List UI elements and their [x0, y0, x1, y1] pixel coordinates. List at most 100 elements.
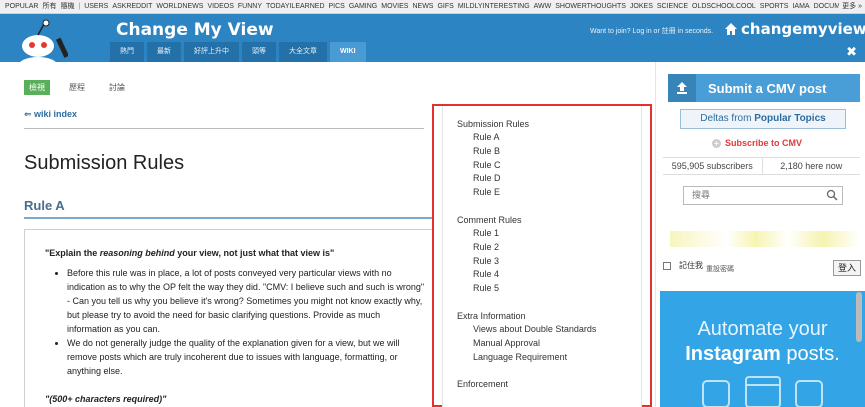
subreddit-link[interactable]: 隨機 — [58, 0, 76, 13]
content-divider — [655, 62, 656, 407]
subscriber-count: 595,905 subscribers — [671, 161, 753, 171]
wiki-tab[interactable]: 討論 — [104, 80, 130, 95]
wiki-tab[interactable]: 歷程 — [64, 80, 90, 95]
subreddit-link[interactable]: VIDEOS — [205, 0, 235, 13]
toc-section-link[interactable]: Comment Rules — [457, 214, 641, 227]
rule-a-footnote: "(500+ characters required)" — [45, 394, 167, 404]
list-item: We do not generally judge the quality of… — [67, 336, 427, 378]
toc-item-link[interactable]: Rule 2 — [457, 241, 641, 255]
subreddit-link[interactable]: NEWS — [410, 0, 435, 13]
submit-post-label: Submit a CMV post — [708, 80, 827, 96]
subreddit-link[interactable]: FUNNY — [236, 0, 264, 13]
rule-a-intro: "Explain the reasoning behind your view,… — [45, 248, 335, 258]
login-prompt[interactable]: Want to join? Log in or 註冊 in seconds. — [590, 26, 713, 36]
sort-tab[interactable]: 大全文章 — [279, 42, 327, 62]
toc-item-link[interactable]: Rule C — [457, 159, 641, 173]
toc-item-link[interactable]: Rule E — [457, 186, 641, 200]
subreddit-link[interactable]: WORLDNEWS — [154, 0, 205, 13]
toc-item-link[interactable]: Rule D — [457, 172, 641, 186]
plus-icon: + — [712, 138, 721, 148]
remember-me-checkbox[interactable]: 記住我 — [663, 260, 703, 271]
more-subreddits-link[interactable]: 更多 » — [839, 0, 862, 13]
subreddit-stats: 595,905 subscribers 2,180 here now — [663, 157, 860, 175]
separator: | — [76, 3, 81, 10]
ad-illustration-icon — [702, 376, 823, 407]
submit-post-button[interactable]: Submit a CMV post — [668, 74, 860, 102]
subreddit-link[interactable]: MILDLYINTERESTING — [456, 0, 532, 13]
subreddit-bar-items: USERS ASKREDDIT WORLDNEWS VIDEOS FUNNY TODAYI… — [82, 3, 862, 10]
subreddit-link[interactable]: USERS — [82, 0, 110, 13]
heading-underline — [24, 217, 434, 219]
subreddit-link[interactable]: AWW — [532, 0, 554, 13]
reddit-alien-logo-icon[interactable] — [8, 18, 68, 74]
sort-tab[interactable]: WIKI — [330, 42, 366, 62]
toc-item-link[interactable]: Rule 3 — [457, 255, 641, 269]
subreddit-link[interactable]: TODAYILEARNED — [264, 0, 326, 13]
toc-item-link[interactable]: Rule A — [457, 131, 641, 145]
toc-item-link[interactable]: Manual Approval — [457, 337, 641, 351]
subreddit-link[interactable]: OLDSCHOOLCOOL — [690, 0, 758, 13]
home-icon — [725, 23, 737, 35]
scrollbar-thumb[interactable] — [856, 292, 862, 342]
login-button[interactable]: 登入 — [833, 260, 861, 276]
rule-a-bullets: Before this rule was in place, a lot of … — [67, 266, 427, 378]
table-of-contents: Submission Rules Rule A Rule B Rule C Rule D… — [442, 106, 642, 407]
upload-icon — [668, 74, 696, 102]
toc-group: Enforcement — [457, 378, 641, 391]
sort-tab[interactable]: 最新 — [147, 42, 181, 62]
subreddit-header: Change My View 熱門 最新 好評上升中 頭等 大全文章 WIKI Want … — [0, 14, 865, 74]
toc-item-link[interactable]: Views about Double Standards — [457, 323, 641, 337]
subreddit-link[interactable]: PICS — [327, 0, 347, 13]
subreddit-link[interactable]: GAMING — [347, 0, 379, 13]
subreddit-link[interactable]: ASKREDDIT — [110, 0, 154, 13]
cmv-site-link-label: changemyview.net — [741, 20, 865, 38]
toc-item-link[interactable]: Rule 5 — [457, 282, 641, 296]
search-input[interactable]: 搜尋 — [683, 186, 843, 205]
ad-line-1: Automate your — [697, 318, 828, 340]
subreddit-link[interactable]: MOVIES — [379, 0, 410, 13]
ad-line-2: Instagram posts. — [685, 343, 840, 365]
username-field-redacted[interactable] — [670, 231, 860, 247]
remember-me-label: 記住我 — [679, 261, 703, 270]
subreddit-link[interactable]: SHOWERTHOUGHTS — [553, 0, 628, 13]
checkbox-icon[interactable] — [663, 261, 671, 270]
subscribe-label: Subscribe to CMV — [725, 138, 803, 148]
subscribe-button[interactable]: + Subscribe to CMV — [712, 138, 802, 148]
rule-a-content: "Explain the reasoning behind your view,… — [24, 229, 438, 407]
sort-tab[interactable]: 熱門 — [110, 42, 144, 62]
sort-tabs: 熱門 最新 好評上升中 頭等 大全文章 WIKI — [110, 42, 369, 62]
subreddit-link[interactable]: GIFS — [435, 0, 455, 13]
instagram-ad-banner[interactable]: Automate your Instagram posts. — [660, 291, 865, 407]
search-icon[interactable] — [826, 189, 838, 201]
deltas-popular-topics-button[interactable]: Deltas from Popular Topics — [680, 109, 846, 129]
toc-item-link[interactable]: Language Requirement — [457, 351, 641, 365]
subreddit-link[interactable]: POPULAR — [3, 0, 40, 13]
subreddit-link[interactable]: JOKES — [628, 0, 655, 13]
divider — [24, 128, 424, 129]
close-icon[interactable]: ✖ — [846, 44, 857, 60]
wiki-index-link[interactable]: ⇐ wiki index — [24, 109, 77, 120]
toc-group: Extra Information Views about Double Stan… — [457, 310, 641, 364]
subreddit-bar: POPULAR 所有 隨機 | USERS ASKREDDIT WORLDNEWS VID… — [0, 0, 865, 14]
subreddit-link[interactable]: 所有 — [40, 0, 58, 13]
page-title: Submission Rules — [24, 152, 185, 174]
toc-item-link[interactable]: Rule 1 — [457, 227, 641, 241]
subreddit-name[interactable]: Change My View — [116, 20, 274, 40]
toc-section-link[interactable]: Submission Rules — [457, 118, 641, 131]
sort-tab[interactable]: 好評上升中 — [184, 42, 239, 62]
toc-item-link[interactable]: Rule B — [457, 145, 641, 159]
wiki-tab[interactable]: 檢視 — [24, 80, 50, 95]
toc-section-link[interactable]: Extra Information — [457, 310, 641, 323]
rule-a-heading: Rule A — [24, 198, 65, 213]
toc-group: Comment Rules Rule 1 Rule 2 Rule 3 Rule 4 Rul… — [457, 214, 641, 296]
cmv-site-link[interactable]: changemyview.net — [724, 20, 865, 38]
sort-tab[interactable]: 頭等 — [242, 42, 276, 62]
toc-item-link[interactable]: Rule 4 — [457, 268, 641, 282]
subreddit-link[interactable]: SPORTS — [758, 0, 791, 13]
toc-section-link[interactable]: Enforcement — [457, 378, 641, 391]
reset-password-link[interactable]: 重設密碼 — [706, 264, 734, 274]
list-item: Before this rule was in place, a lot of … — [67, 266, 427, 336]
subreddit-link[interactable]: SCIENCE — [655, 0, 690, 13]
subreddit-link[interactable]: IAMA — [790, 0, 811, 13]
wiki-page-tabs: 檢視 歷程 討論 — [24, 80, 144, 95]
